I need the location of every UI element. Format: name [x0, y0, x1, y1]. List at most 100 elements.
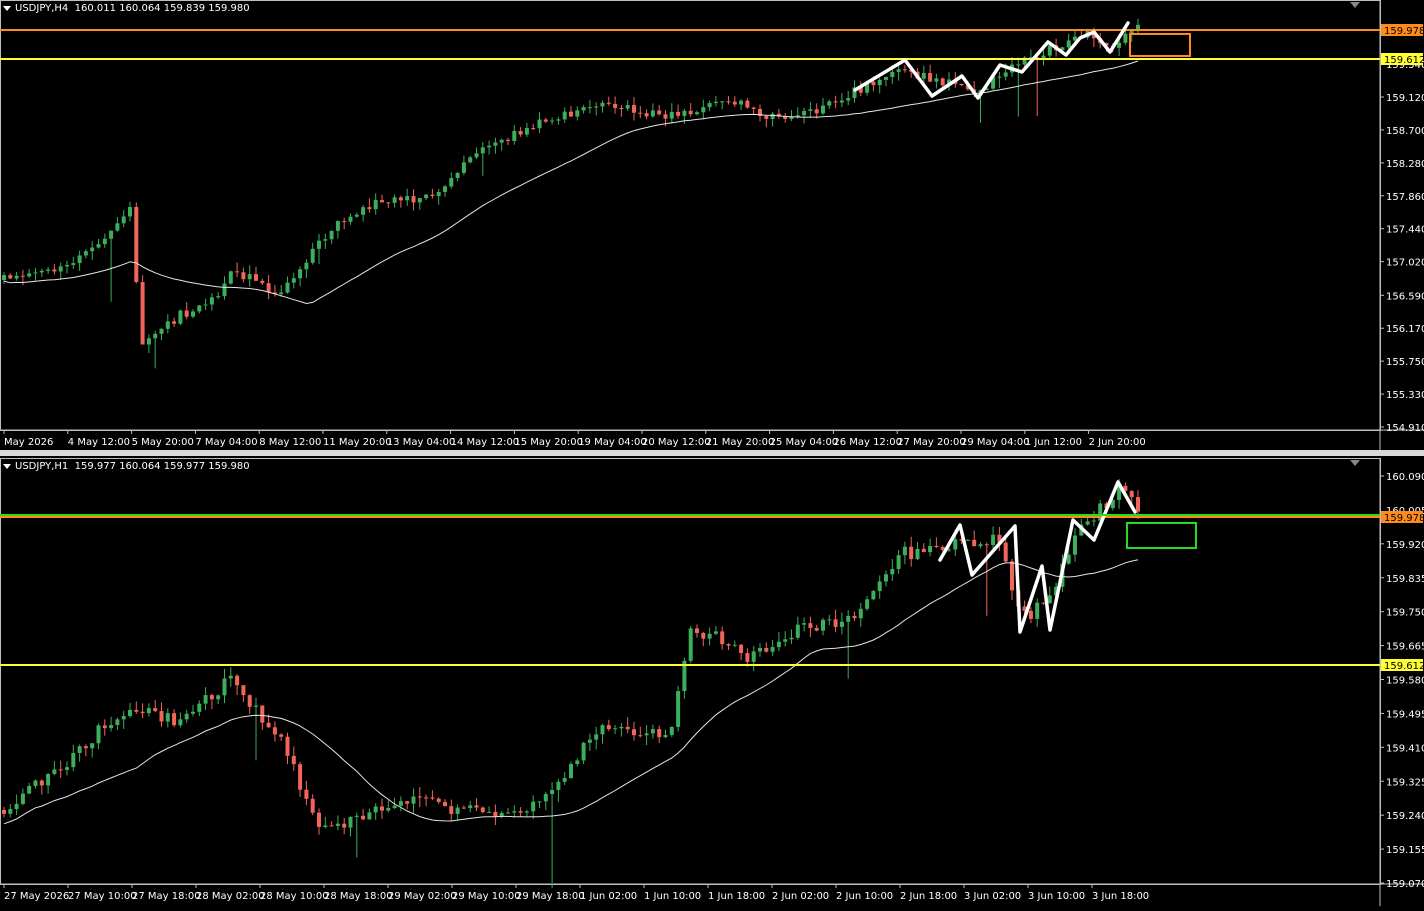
bearish-candle — [940, 78, 945, 86]
bearish-candle — [663, 114, 668, 119]
bullish-candle — [203, 304, 208, 306]
bullish-candle — [468, 805, 473, 809]
bullish-candle — [569, 764, 573, 779]
bullish-candle — [159, 328, 164, 334]
price-tick-label: 159.835 — [1386, 574, 1424, 585]
bullish-candle — [802, 110, 807, 116]
time-tick-label: May 2026 — [4, 437, 53, 448]
bullish-candle — [871, 591, 876, 600]
bullish-candle — [1117, 42, 1122, 48]
bullish-candle — [1016, 64, 1021, 66]
bearish-candle — [518, 811, 523, 813]
time-tick-label: 2 Jun 10:00 — [836, 891, 893, 902]
bearish-candle — [543, 119, 548, 122]
bullish-candle — [109, 725, 114, 729]
bullish-candle — [65, 264, 69, 267]
price-level-tag-label: 159.978 — [1384, 26, 1424, 37]
time-tick-label: 29 May 18:00 — [516, 891, 585, 902]
chevron-down-icon[interactable] — [3, 5, 11, 11]
bearish-candle — [909, 546, 914, 560]
bullish-candle — [178, 719, 183, 726]
bullish-candle — [676, 691, 681, 727]
bullish-candle — [802, 623, 807, 625]
bullish-candle — [71, 752, 76, 768]
bullish-candle — [1047, 45, 1052, 56]
bullish-candle — [153, 333, 158, 339]
bullish-candle — [770, 647, 775, 652]
bearish-candle — [361, 815, 366, 820]
bearish-candle — [39, 780, 44, 786]
bullish-candle — [254, 705, 258, 707]
bullish-candle — [1085, 521, 1090, 525]
bullish-candle — [512, 811, 517, 813]
bullish-candle — [789, 637, 794, 640]
price-tick-label: 159.120 — [1386, 93, 1424, 104]
bearish-candle — [159, 711, 164, 722]
bullish-candle — [751, 651, 756, 662]
bearish-candle — [398, 197, 403, 201]
bullish-candle — [329, 230, 334, 240]
bearish-candle — [184, 310, 189, 317]
bearish-candle — [247, 695, 252, 707]
charts-canvas[interactable]: 159.120 158.700 158.280 157.860 157.440 157.0… — [0, 0, 1424, 911]
bullish-candle — [531, 801, 536, 812]
bullish-candle — [52, 769, 57, 774]
time-tick-label: 21 May 20:00 — [706, 437, 775, 448]
bullish-candle — [197, 703, 202, 712]
bearish-candle — [606, 725, 611, 730]
bullish-candle — [701, 107, 706, 113]
bearish-candle — [726, 644, 731, 646]
time-tick-label: 27 May 18:00 — [132, 891, 201, 902]
bullish-candle — [890, 569, 895, 575]
bearish-candle — [443, 801, 447, 807]
bullish-candle — [865, 599, 870, 609]
bearish-candle — [739, 644, 744, 654]
bullish-candle — [128, 207, 132, 217]
bullish-candle — [361, 207, 366, 215]
bullish-candle — [373, 200, 378, 210]
bearish-candle — [405, 801, 410, 804]
bullish-candle — [411, 796, 416, 804]
chevron-down-icon[interactable] — [3, 463, 11, 469]
bullish-candle — [669, 111, 674, 119]
price-tick-label: 156.590 — [1386, 291, 1424, 302]
bullish-candle — [581, 107, 586, 111]
bearish-candle — [285, 736, 290, 756]
bullish-candle — [890, 71, 895, 77]
price-tick-label: 159.920 — [1386, 540, 1424, 551]
bullish-candle — [96, 725, 101, 744]
bearish-candle — [172, 713, 177, 726]
bearish-candle — [745, 100, 750, 108]
time-tick-label: 13 May 04:00 — [387, 437, 456, 448]
bullish-candle — [877, 79, 882, 86]
time-tick-label: 27 May 20:00 — [897, 437, 966, 448]
bullish-candle — [27, 785, 32, 794]
bullish-candle — [1035, 602, 1040, 619]
bearish-candle — [58, 769, 63, 771]
bearish-candle — [1129, 490, 1134, 498]
bullish-candle — [543, 793, 548, 802]
bullish-candle — [594, 106, 599, 108]
price-tick-label: 157.440 — [1386, 225, 1424, 236]
bullish-candle — [884, 574, 888, 582]
bearish-candle — [695, 628, 699, 633]
bullish-candle — [695, 112, 699, 115]
time-tick-label: 29 May 02:00 — [388, 891, 457, 902]
bullish-candle — [367, 812, 372, 820]
time-tick-label: 19 May 04:00 — [578, 437, 647, 448]
bearish-candle — [424, 797, 429, 799]
bearish-candle — [632, 729, 636, 736]
bullish-candle — [222, 283, 227, 297]
bullish-candle — [90, 247, 95, 252]
bullish-candle — [77, 255, 82, 264]
bullish-candle — [436, 191, 441, 197]
time-tick-label: 2 Jun 20:00 — [1089, 437, 1146, 448]
bullish-candle — [449, 178, 454, 187]
bearish-candle — [688, 110, 693, 115]
bearish-candle — [959, 83, 964, 86]
time-tick-label: 1 Jun 02:00 — [580, 891, 637, 902]
bearish-candle — [83, 746, 88, 749]
bearish-candle — [461, 807, 466, 809]
bullish-candle — [537, 801, 542, 803]
bullish-candle — [499, 139, 504, 143]
